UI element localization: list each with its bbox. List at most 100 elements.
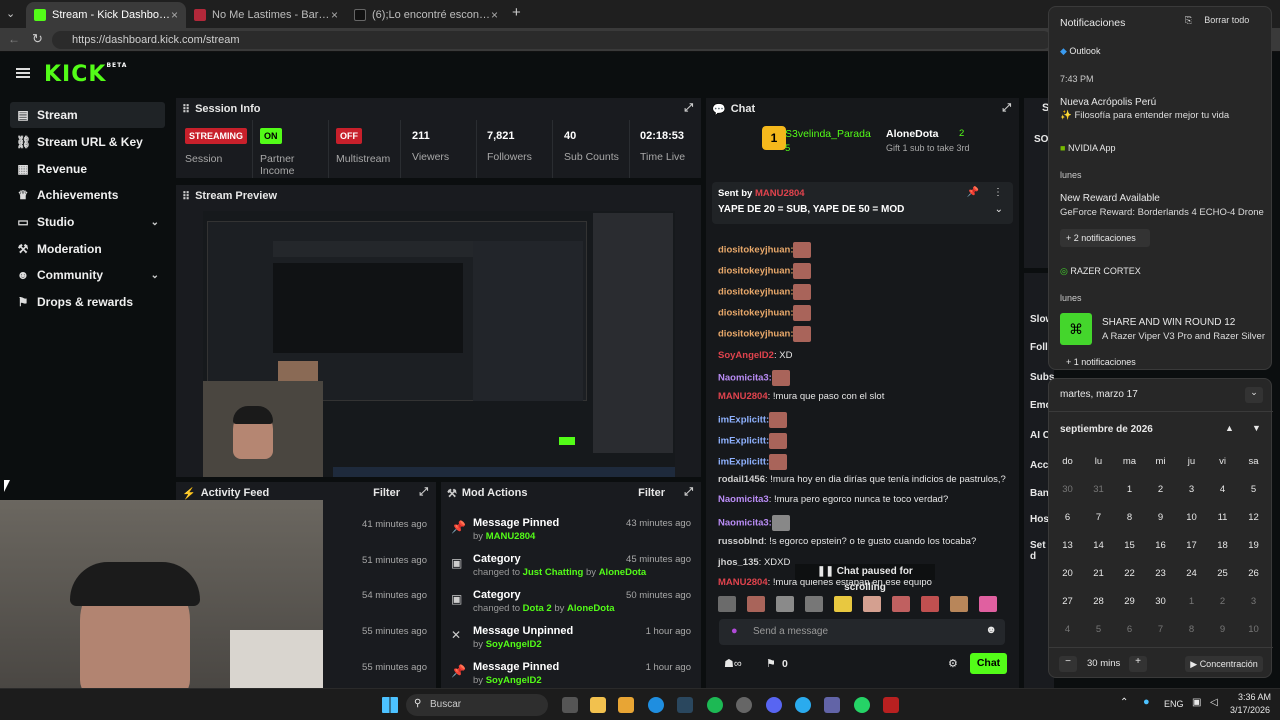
back-icon[interactable]: ← <box>8 32 20 46</box>
nvidia-group[interactable]: ■ NVIDIA App <box>1060 143 1115 153</box>
start-button-icon[interactable] <box>382 697 398 713</box>
calendar-day[interactable]: 1 <box>1176 587 1207 615</box>
calendar-day[interactable]: 2 <box>1207 587 1238 615</box>
mic-icon[interactable]: ● <box>731 625 738 637</box>
gift-icon[interactable]: ⚑ <box>766 657 776 670</box>
pinned-message[interactable]: Sent by MANU2804 YAPE DE 20 = SUB, YAPE … <box>712 182 1013 224</box>
webcam-window[interactable] <box>0 500 323 688</box>
expand-icon[interactable]: ⤢ <box>419 486 428 499</box>
calendar-day[interactable]: 21 <box>1083 559 1114 587</box>
calendar-day[interactable]: 27 <box>1052 587 1083 615</box>
calendar-day[interactable]: 6 <box>1114 615 1145 643</box>
more-notifications[interactable]: + 2 notificaciones <box>1060 229 1150 247</box>
off-badge[interactable]: OFF <box>336 128 362 144</box>
telegram-icon[interactable] <box>795 697 811 713</box>
reload-icon[interactable]: ↻ <box>32 31 43 47</box>
on-badge[interactable]: ON <box>260 128 282 144</box>
app-red-icon[interactable] <box>883 697 899 713</box>
leader-name[interactable]: AloneDota <box>886 128 939 140</box>
notif-title[interactable]: New Reward Available <box>1060 193 1160 204</box>
kick-logo[interactable]: KICKBETA <box>44 62 127 87</box>
calendar-day[interactable]: 22 <box>1114 559 1145 587</box>
mic-tray-icon[interactable]: ● <box>1143 696 1150 708</box>
calendar-day[interactable]: 28 <box>1083 587 1114 615</box>
pin-icon[interactable]: 📌 <box>967 187 979 198</box>
emoji-icon[interactable]: ☻ <box>985 624 997 636</box>
language-indicator[interactable]: ENG <box>1164 699 1184 709</box>
calendar-day[interactable]: 29 <box>1114 587 1145 615</box>
chat-send-button[interactable]: Chat <box>970 653 1007 674</box>
stream-video[interactable] <box>203 211 675 477</box>
app-icon[interactable] <box>736 697 752 713</box>
calendar-day[interactable]: 24 <box>1176 559 1207 587</box>
sidebar-item-achievements[interactable]: ♛ Achievements <box>10 182 165 208</box>
calendar-day[interactable]: 6 <box>1052 503 1083 531</box>
calendar-day[interactable]: 26 <box>1238 559 1269 587</box>
calendar-day[interactable]: 23 <box>1145 559 1176 587</box>
emote-bar[interactable] <box>718 596 1008 612</box>
calendar-day[interactable]: 18 <box>1207 531 1238 559</box>
calendar-day[interactable]: 25 <box>1207 559 1238 587</box>
task-view-icon[interactable] <box>562 697 578 713</box>
calendar-day[interactable]: 13 <box>1052 531 1083 559</box>
calendar-day[interactable]: 3 <box>1176 475 1207 503</box>
calendar-day[interactable]: 7 <box>1083 503 1114 531</box>
sidebar-item-community[interactable]: ☻ Community ⌄ <box>10 262 165 288</box>
collapse-icon[interactable]: ⌄ <box>1245 387 1263 403</box>
calendar-day[interactable]: 8 <box>1176 615 1207 643</box>
sidebar-item-stream-url[interactable]: ⛓ Stream URL & Key <box>10 129 165 155</box>
calendar-day[interactable]: 1 <box>1114 475 1145 503</box>
calendar-day[interactable]: 19 <box>1238 531 1269 559</box>
new-tab-button[interactable]: + <box>512 4 521 21</box>
notif-title[interactable]: Nueva Acrópolis Perú <box>1060 97 1156 108</box>
steam-icon[interactable] <box>677 697 693 713</box>
network-icon[interactable]: ▣ <box>1192 697 1201 708</box>
razer-group[interactable]: ◎ RAZER CORTEX <box>1060 266 1141 277</box>
tab-tiktok[interactable]: (6);Lo encontré escondido abajo d... × <box>346 2 506 28</box>
calendar-day[interactable]: 3 <box>1238 587 1269 615</box>
file-explorer-icon[interactable] <box>590 697 606 713</box>
filter-button[interactable]: Filter <box>638 487 665 499</box>
calendar-day[interactable]: 10 <box>1238 615 1269 643</box>
calendar-day[interactable]: 5 <box>1238 475 1269 503</box>
chat-input[interactable]: ● Send a message ☻ <box>719 619 1005 645</box>
clock-time[interactable]: 3:36 AM <box>1238 692 1271 702</box>
close-tab-icon[interactable]: × <box>331 8 338 22</box>
clock-date[interactable]: 3/17/2026 <box>1230 705 1270 715</box>
calendar-day[interactable]: 12 <box>1238 503 1269 531</box>
calendar-day[interactable]: 20 <box>1052 559 1083 587</box>
spotify-icon[interactable] <box>707 697 723 713</box>
store-icon[interactable] <box>618 697 634 713</box>
teams-icon[interactable] <box>824 697 840 713</box>
calendar-day[interactable]: 30 <box>1052 475 1083 503</box>
tab-youtube-song[interactable]: No Me Lastimes - Barbaro Fines y... × <box>186 2 346 28</box>
more-notifications[interactable]: + 1 notificaciones <box>1060 357 1150 369</box>
calendar-day[interactable]: 15 <box>1114 531 1145 559</box>
discord-icon[interactable] <box>766 697 782 713</box>
expand-icon[interactable]: ⤢ <box>684 486 693 499</box>
calendar-day[interactable]: 16 <box>1145 531 1176 559</box>
chat-settings-icon[interactable]: ⚙ <box>948 657 958 670</box>
calendar-day[interactable]: 30 <box>1145 587 1176 615</box>
chat-paused-banner[interactable]: ❚❚ Chat paused for scrolling <box>795 564 935 593</box>
expand-icon[interactable]: ⤢ <box>1002 102 1011 115</box>
notif-title[interactable]: SHARE AND WIN ROUND 12 <box>1102 317 1235 328</box>
calendar-day[interactable]: 31 <box>1083 475 1114 503</box>
more-icon[interactable]: ⋮ <box>993 187 1003 198</box>
close-tab-icon[interactable]: × <box>491 8 498 22</box>
calendar-day[interactable]: 17 <box>1176 531 1207 559</box>
outlook-group[interactable]: ◆ Outlook <box>1060 46 1100 57</box>
focus-minus-button[interactable]: − <box>1059 656 1077 672</box>
url-field[interactable]: https://dashboard.kick.com/stream <box>52 31 1052 49</box>
chevron-down-icon[interactable]: ⌄ <box>995 204 1003 215</box>
volume-icon[interactable]: ◁ <box>1210 697 1218 708</box>
sidebar-item-stream[interactable]: ▤ Stream <box>10 102 165 128</box>
hamburger-menu-icon[interactable] <box>16 68 30 78</box>
calendar-day[interactable]: 5 <box>1083 615 1114 643</box>
sidebar-item-revenue[interactable]: ▦ Revenue <box>10 156 165 182</box>
calendar-day[interactable]: 14 <box>1083 531 1114 559</box>
focus-plus-button[interactable]: + <box>1129 656 1147 672</box>
close-tab-icon[interactable]: × <box>171 8 178 22</box>
expand-icon[interactable]: ⤢ <box>684 102 693 115</box>
tab-kick-dashboard[interactable]: Stream - Kick Dashboard × <box>26 2 186 28</box>
